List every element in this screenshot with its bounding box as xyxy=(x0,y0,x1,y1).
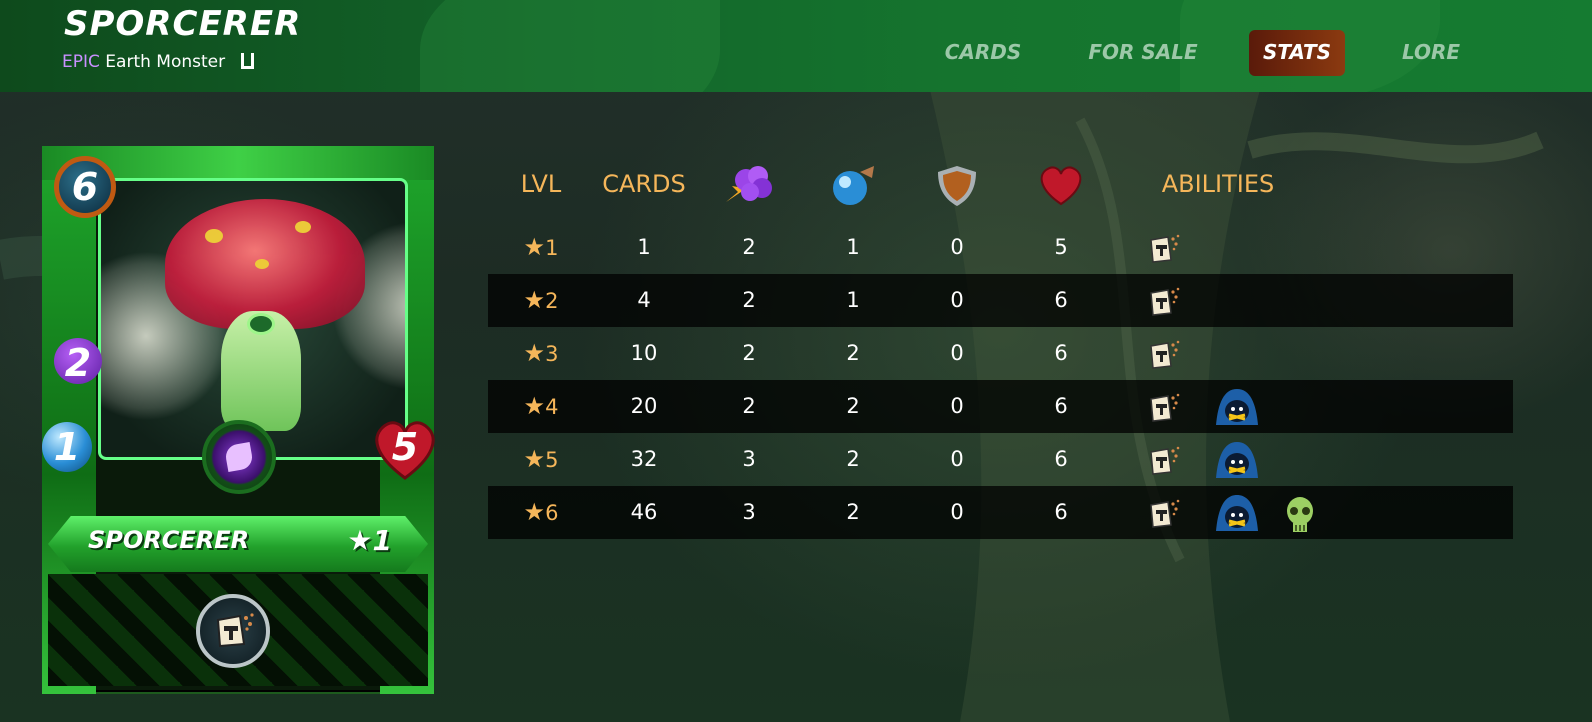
star-icon: ★ xyxy=(523,498,546,526)
tab-for-sale[interactable]: FOR SALE xyxy=(1088,30,1198,76)
speed-stat: 1 xyxy=(36,416,98,478)
level-cell: ★1 xyxy=(506,221,576,274)
table-row: ★4 20 2 2 0 6 xyxy=(488,380,1513,433)
health-cell: 6 xyxy=(1054,394,1068,418)
star-icon: ★ xyxy=(523,445,546,473)
silence-icon[interactable] xyxy=(1214,440,1260,478)
magic-cell: 2 xyxy=(742,341,756,365)
star-icon: ★ xyxy=(523,233,546,261)
affliction-icon[interactable] xyxy=(1146,389,1182,425)
star-icon: ★ xyxy=(523,286,546,314)
cards-cell: 1 xyxy=(637,235,651,259)
poison-skull-icon[interactable] xyxy=(1282,495,1318,532)
cards-cell: 46 xyxy=(630,500,658,524)
magic-cell: 2 xyxy=(742,235,756,259)
card-name-bar: SPORCERER ★1 xyxy=(48,516,428,572)
magic-cell: 3 xyxy=(742,500,756,524)
cards-cell: 32 xyxy=(630,447,658,471)
magic-attack-stat: 2 xyxy=(46,332,110,396)
magic-cell: 2 xyxy=(742,288,756,312)
header-bar: SPORCERER EPIC Earth Monster CARDS FOR S… xyxy=(0,0,1592,92)
affliction-icon[interactable] xyxy=(196,594,270,668)
magic-cell: 2 xyxy=(742,394,756,418)
speed-cell: 2 xyxy=(846,394,860,418)
armor-cell: 0 xyxy=(950,447,964,471)
magic-attack-icon xyxy=(724,162,774,214)
table-row: ★2 4 2 1 0 6 xyxy=(488,274,1513,327)
speed-cell: 2 xyxy=(846,500,860,524)
level-cell: ★4 xyxy=(506,380,576,433)
health-cell: 6 xyxy=(1054,341,1068,365)
card-artwork xyxy=(98,178,408,460)
affliction-icon[interactable] xyxy=(1146,442,1182,478)
level-value: 4 xyxy=(545,395,559,419)
armor-cell: 0 xyxy=(950,341,964,365)
level-cell: ★2 xyxy=(506,274,576,327)
card-name: SPORCERER xyxy=(88,526,250,554)
cards-cell: 4 xyxy=(637,288,651,312)
armor-cell: 0 xyxy=(950,235,964,259)
tab-cards[interactable]: CARDS xyxy=(938,30,1028,76)
level-value: 2 xyxy=(545,289,559,313)
affliction-icon[interactable] xyxy=(1146,495,1182,531)
earth-leaf-icon xyxy=(202,420,276,494)
magic-cell: 3 xyxy=(742,447,756,471)
health-heart-icon xyxy=(1036,162,1086,214)
table-row: ★3 10 2 2 0 6 xyxy=(488,327,1513,380)
health-cell: 6 xyxy=(1054,447,1068,471)
tab-lore[interactable]: LORE xyxy=(1396,30,1466,76)
star-icon: ★ xyxy=(523,339,546,367)
monster-card: 6 2 1 5 SPORCERER ★1 xyxy=(42,146,435,694)
cards-cell: 20 xyxy=(630,394,658,418)
level-value: 3 xyxy=(545,342,559,366)
speed-cell: 1 xyxy=(846,288,860,312)
column-header-cards: CARDS xyxy=(602,170,686,198)
untamed-edition-icon xyxy=(240,53,254,69)
table-row: ★5 32 3 2 0 6 xyxy=(488,433,1513,486)
column-header-abilities: ABILITIES xyxy=(1161,170,1275,198)
level-cell: ★5 xyxy=(506,433,576,486)
card-level: ★1 xyxy=(347,524,392,557)
card-subtitle: EPIC Earth Monster xyxy=(62,52,254,72)
speed-cell: 1 xyxy=(846,235,860,259)
monster-type-label: Earth Monster xyxy=(105,52,226,72)
level-value: 6 xyxy=(545,501,559,525)
table-row: ★6 46 3 2 0 6 xyxy=(488,486,1513,539)
level-cell: ★6 xyxy=(506,486,576,539)
affliction-icon[interactable] xyxy=(1146,336,1182,372)
star-icon: ★ xyxy=(523,392,546,420)
speed-cell: 2 xyxy=(846,447,860,471)
silence-icon[interactable] xyxy=(1214,387,1260,425)
health-stat: 5 xyxy=(370,416,440,482)
table-row: ★1 1 2 1 0 5 xyxy=(488,221,1513,274)
cards-cell: 10 xyxy=(630,341,658,365)
speed-icon xyxy=(828,162,878,214)
silence-icon[interactable] xyxy=(1214,493,1260,531)
armor-cell: 0 xyxy=(950,288,964,312)
affliction-icon[interactable] xyxy=(1146,230,1182,266)
speed-cell: 2 xyxy=(846,341,860,365)
page-title: SPORCERER xyxy=(64,4,302,44)
health-cell: 6 xyxy=(1054,288,1068,312)
column-header-lvl: LVL xyxy=(520,170,562,198)
affliction-icon[interactable] xyxy=(1146,283,1182,319)
health-cell: 5 xyxy=(1054,235,1068,259)
rarity-label: EPIC xyxy=(62,52,100,72)
tab-stats[interactable]: STATS xyxy=(1249,30,1345,76)
level-value: 5 xyxy=(545,448,559,472)
level-cell: ★3 xyxy=(506,327,576,380)
armor-cell: 0 xyxy=(950,394,964,418)
health-cell: 6 xyxy=(1054,500,1068,524)
level-value: 1 xyxy=(545,236,559,260)
armor-cell: 0 xyxy=(950,500,964,524)
armor-shield-icon xyxy=(932,162,982,214)
mana-cost: 6 xyxy=(54,156,116,218)
